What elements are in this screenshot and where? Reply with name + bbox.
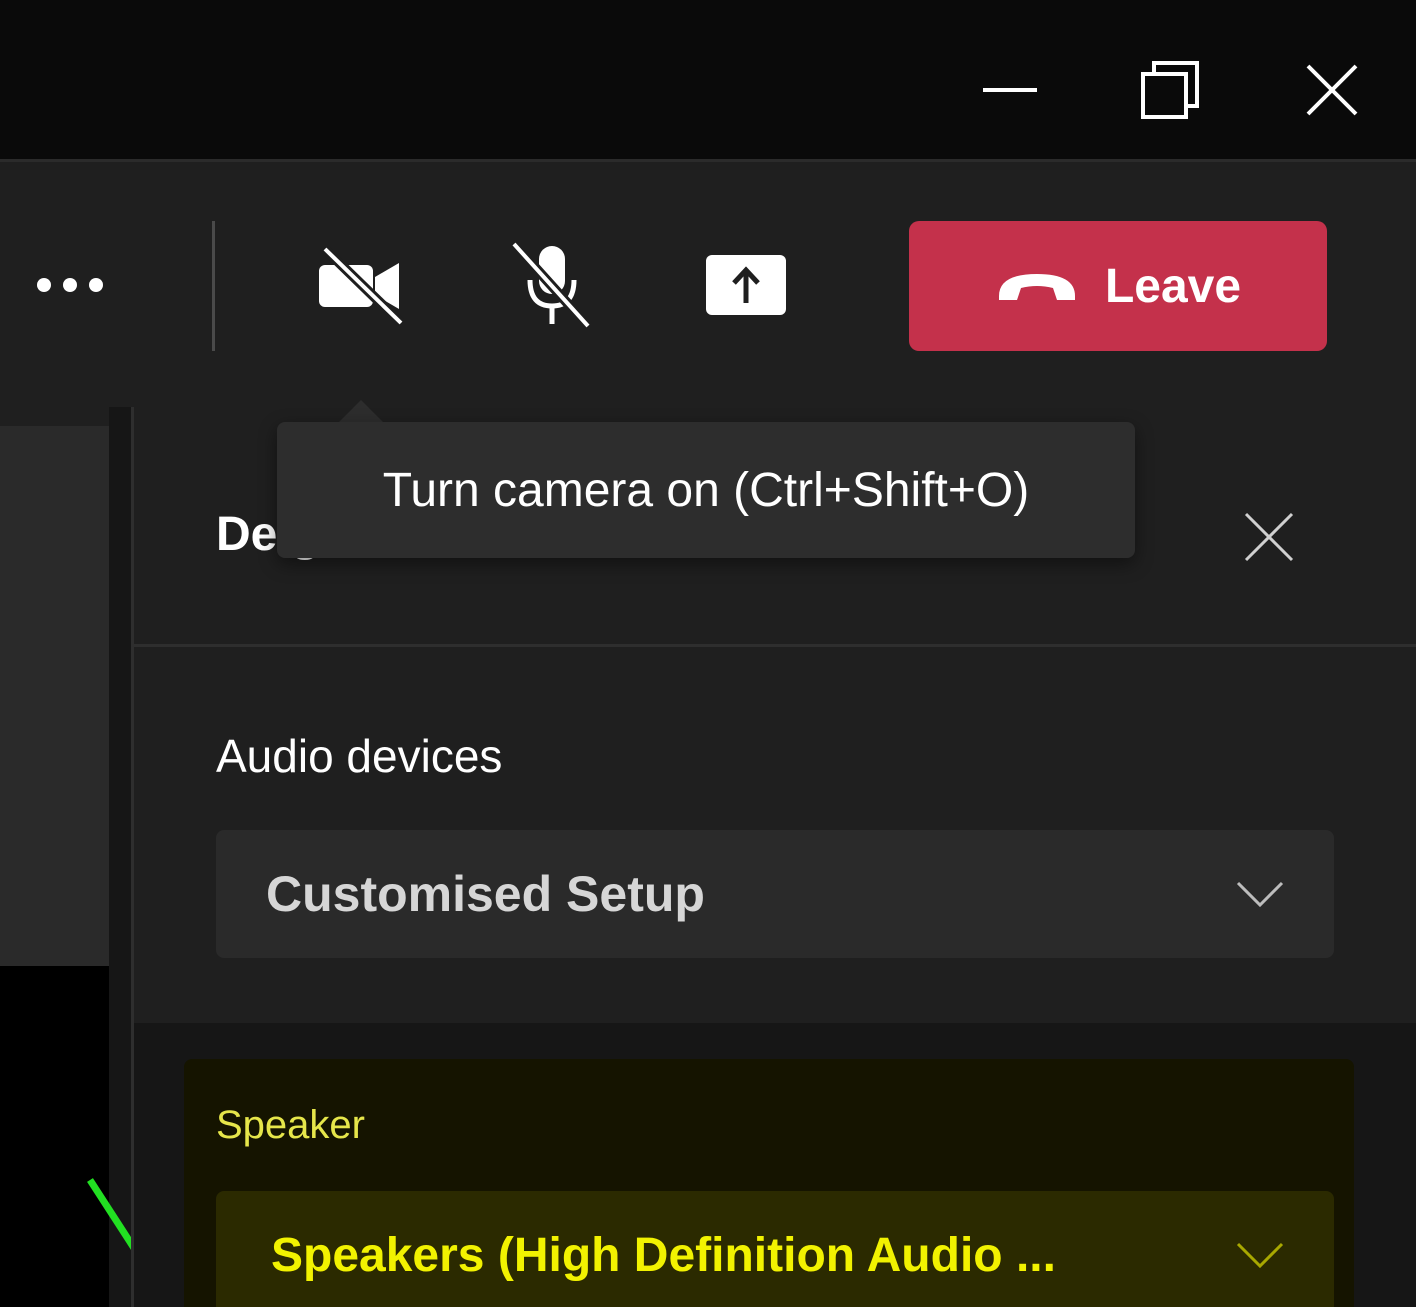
speaker-dropdown[interactable]: Speakers (High Definition Audio ... bbox=[216, 1191, 1334, 1307]
chevron-down-icon bbox=[1236, 881, 1284, 907]
more-options-icon bbox=[37, 278, 103, 292]
speaker-value: Speakers (High Definition Audio ... bbox=[271, 1228, 1056, 1282]
audio-devices-value: Customised Setup bbox=[266, 866, 705, 922]
video-tile bbox=[0, 426, 109, 966]
tooltip-arrow bbox=[337, 400, 385, 424]
close-icon bbox=[1244, 512, 1294, 562]
audio-devices-dropdown[interactable]: Customised Setup bbox=[216, 830, 1334, 958]
teams-meeting-window: Leave De gs Audio devices Customised Set… bbox=[0, 0, 1416, 1307]
audio-devices-label: Audio devices bbox=[216, 730, 503, 782]
tooltip-text: Turn camera on (Ctrl+Shift+O) bbox=[382, 463, 1030, 517]
mic-off-icon bbox=[510, 240, 592, 330]
restore-icon bbox=[1141, 61, 1199, 119]
chevron-down-icon bbox=[1236, 1242, 1284, 1268]
leave-label: Leave bbox=[1104, 259, 1242, 313]
speaker-label: Speaker bbox=[216, 1103, 365, 1147]
minimize-button[interactable] bbox=[960, 40, 1060, 140]
more-options-button[interactable] bbox=[20, 245, 120, 325]
leave-button[interactable]: Leave bbox=[909, 221, 1327, 351]
minimize-icon bbox=[983, 88, 1037, 92]
share-screen-button[interactable] bbox=[686, 225, 806, 345]
close-icon bbox=[1306, 64, 1358, 116]
camera-tooltip: Turn camera on (Ctrl+Shift+O) bbox=[277, 422, 1135, 558]
camera-off-icon bbox=[319, 245, 405, 327]
share-screen-icon bbox=[706, 255, 786, 315]
phone-hangup-icon bbox=[998, 274, 1075, 300]
camera-toggle-button[interactable] bbox=[302, 225, 422, 345]
close-window-button[interactable] bbox=[1282, 40, 1382, 140]
meeting-toolbar: Leave bbox=[0, 165, 1416, 407]
mic-toggle-button[interactable] bbox=[493, 225, 613, 345]
speaker-section: Speaker Speakers (High Definition Audio … bbox=[184, 1059, 1354, 1307]
restore-button[interactable] bbox=[1120, 40, 1220, 140]
panel-lower-section: Speaker Speakers (High Definition Audio … bbox=[134, 1023, 1416, 1307]
close-panel-button[interactable] bbox=[1234, 502, 1304, 572]
toolbar-divider bbox=[212, 221, 215, 351]
title-bar bbox=[0, 0, 1416, 162]
